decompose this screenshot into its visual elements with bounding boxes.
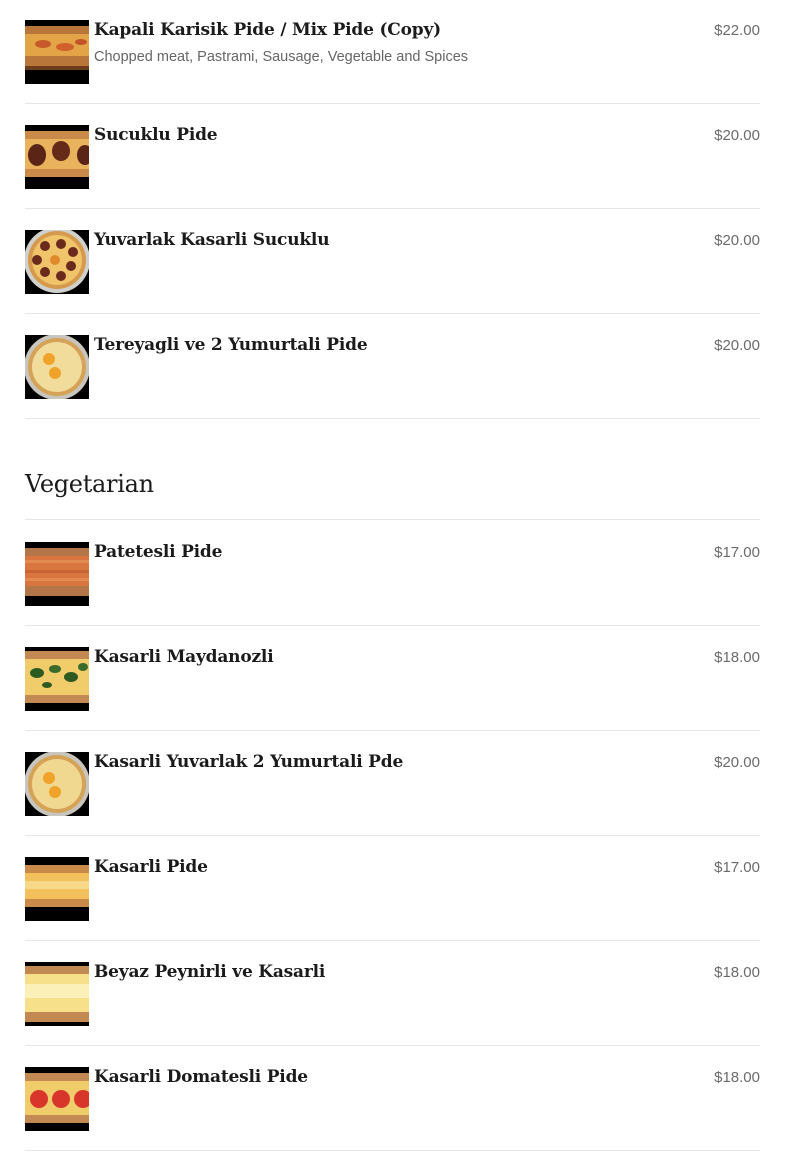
round-egg-pide-photo[interactable] (25, 752, 89, 816)
item-description: Chopped meat, Pastrami, Sausage, Vegetab… (94, 49, 469, 65)
item-name[interactable]: Patetesli Pide (94, 542, 222, 562)
menu-item[interactable]: Tereyagli ve 2 Yumurtali Pide $20.00 (25, 315, 760, 419)
menu-item[interactable]: Beyaz Peynirli ve Kasarli $18.00 (25, 942, 760, 1046)
cheese-pide-photo[interactable] (25, 857, 89, 921)
item-name[interactable]: Kasarli Domatesli Pide (94, 1067, 308, 1087)
item-price: $22.00 (714, 22, 760, 39)
round-sucuk-pide-photo[interactable] (25, 230, 89, 294)
section-divider (25, 519, 760, 520)
sucuk-pide-photo[interactable] (25, 125, 89, 189)
parsley-pide-photo[interactable] (25, 647, 89, 711)
item-name[interactable]: Kasarli Maydanozli (94, 647, 274, 667)
menu-item[interactable]: Sucuklu Pide $20.00 (25, 105, 760, 209)
menu-item[interactable]: Kasarli Domatesli Pide $18.00 (25, 1047, 760, 1151)
item-price: $20.00 (714, 232, 760, 249)
item-price: $17.00 (714, 544, 760, 561)
item-price: $20.00 (714, 127, 760, 144)
menu-item[interactable]: Patetesli Pide $17.00 (25, 522, 760, 626)
closed-pide-photo[interactable] (25, 20, 89, 84)
item-name[interactable]: Kasarli Yuvarlak 2 Yumurtali Pde (94, 752, 403, 772)
item-name[interactable]: Kasarli Pide (94, 857, 208, 877)
menu-item[interactable]: Kasarli Maydanozli $18.00 (25, 627, 760, 731)
item-price: $17.00 (714, 859, 760, 876)
white-cheese-pide-photo[interactable] (25, 962, 89, 1026)
menu-item[interactable]: Kasarli Yuvarlak 2 Yumurtali Pde $20.00 (25, 732, 760, 836)
item-name[interactable]: Tereyagli ve 2 Yumurtali Pide (94, 335, 368, 355)
item-price: $18.00 (714, 1069, 760, 1086)
egg-pide-photo[interactable] (25, 335, 89, 399)
tomato-pide-photo[interactable] (25, 1067, 89, 1131)
potato-pide-photo[interactable] (25, 542, 89, 606)
menu-item[interactable]: Kapali Karisik Pide / Mix Pide (Copy) Ch… (25, 0, 760, 104)
item-price: $20.00 (714, 754, 760, 771)
item-price: $18.00 (714, 964, 760, 981)
menu-list: Kapali Karisik Pide / Mix Pide (Copy) Ch… (0, 0, 785, 1168)
item-name[interactable]: Beyaz Peynirli ve Kasarli (94, 962, 325, 982)
item-name[interactable]: Yuvarlak Kasarli Sucuklu (94, 230, 330, 250)
item-name[interactable]: Sucuklu Pide (94, 125, 218, 145)
item-price: $18.00 (714, 649, 760, 666)
section-title: Vegetarian (25, 470, 154, 498)
item-price: $20.00 (714, 337, 760, 354)
item-name[interactable]: Kapali Karisik Pide / Mix Pide (Copy) (94, 20, 441, 40)
menu-item[interactable]: Yuvarlak Kasarli Sucuklu $20.00 (25, 210, 760, 314)
menu-item[interactable]: Kasarli Pide $17.00 (25, 837, 760, 941)
